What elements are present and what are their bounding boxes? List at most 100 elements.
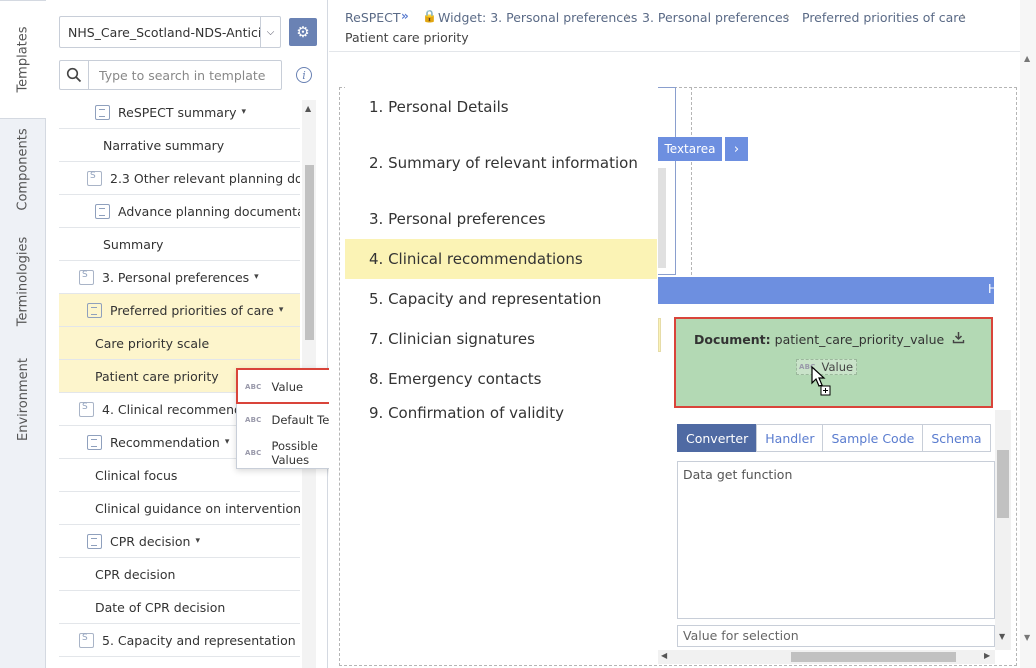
gear-icon: ⚙ <box>296 23 310 41</box>
template-select[interactable]: NHS_Care_Scotland-NDS-Antici... ⌵ <box>59 16 281 48</box>
chevron-down-icon[interactable]: ⌵ <box>260 17 280 47</box>
scroll-up-icon[interactable]: ▲ <box>1024 54 1030 63</box>
tab-terminologies[interactable]: Terminologies <box>0 219 46 344</box>
breadcrumb: ReSPECT » 🔒 Widget: 3. Personal preferen… <box>329 0 1036 52</box>
editor-scrollbar[interactable]: ▼ <box>995 410 1011 650</box>
tab-environment[interactable]: Environment <box>0 344 46 454</box>
code-editor[interactable]: Data get function <box>677 461 995 619</box>
scroll-down-icon[interactable]: ▼ <box>1024 633 1030 642</box>
tree-item[interactable]: 2.3 Other relevant planning doc <box>59 162 300 195</box>
breadcrumb-item[interactable]: Preferred priorities of care <box>802 10 966 25</box>
tree-item-label: CPR decision <box>110 533 191 549</box>
tree-item-label: 5. Capacity and representation <box>102 632 296 648</box>
document-label: Document: <box>694 332 771 347</box>
element-icon <box>87 302 102 318</box>
tab-sample-code[interactable]: Sample Code <box>822 424 924 452</box>
textarea-widget-label[interactable]: Textarea <box>658 137 722 161</box>
tab-templates[interactable]: Templates <box>0 0 47 119</box>
tree-item[interactable]: 3. Personal preferences ▾ <box>59 261 300 294</box>
tab-components[interactable]: Components <box>0 119 46 219</box>
textarea-scrollbar[interactable] <box>658 168 666 268</box>
chevron-right-icon: › <box>625 9 630 23</box>
editor-scrollbar-thumb[interactable] <box>997 450 1009 518</box>
tree-item[interactable]: Preferred priorities of care ▾ <box>59 294 300 327</box>
widget-header-text: H <box>988 282 998 296</box>
tree-item[interactable]: CPR decision <box>59 558 300 591</box>
horizontal-scrollbar-thumb[interactable] <box>791 652 956 662</box>
scroll-down-icon[interactable]: ▼ <box>999 632 1005 641</box>
tree-item-label: Recommendation <box>110 434 220 450</box>
tree-item[interactable]: ReSPECT summary ▾ <box>59 96 300 129</box>
nav-item[interactable]: 7. Clinician signatures <box>345 319 657 359</box>
download-icon[interactable] <box>952 331 965 347</box>
code-tabs: Converter Handler Sample Code Schema <box>677 424 991 452</box>
scroll-left-icon[interactable]: ◀ <box>661 651 667 660</box>
page-scrollbar[interactable]: ▲ ▼ <box>1020 0 1036 668</box>
tree-item-label: Clinical guidance on interventions <box>95 500 300 516</box>
horizontal-scrollbar[interactable]: ◀ ▶ <box>658 650 995 664</box>
search-button[interactable] <box>59 60 89 90</box>
tab-schema[interactable]: Schema <box>922 424 991 452</box>
tree-item[interactable]: CPR decision ▾ <box>59 525 300 558</box>
tab-terminologies-label: Terminologies <box>15 236 31 327</box>
nav-item[interactable]: 2. Summary of relevant information <box>345 127 657 199</box>
template-panel: NHS_Care_Scotland-NDS-Antici... ⌵ ⚙ i Re… <box>46 0 328 668</box>
tree-item-label: Summary <box>103 236 164 252</box>
tree-item[interactable]: Narrative summary <box>59 129 300 162</box>
nav-item[interactable]: 1. Personal Details <box>345 87 657 127</box>
tab-handler[interactable]: Handler <box>756 424 824 452</box>
breadcrumb-current: Patient care priority <box>345 30 469 45</box>
column-divider <box>691 87 692 275</box>
tree-item[interactable]: Date of CPR decision <box>59 591 300 624</box>
nav-item[interactable]: 4. Clinical recommendations <box>345 239 657 279</box>
tree-item[interactable]: Advance planning documenta <box>59 195 300 228</box>
scroll-right-icon[interactable]: ▶ <box>984 651 990 660</box>
chevron-right-icon: › <box>961 9 966 23</box>
tree-scrollbar-thumb[interactable] <box>305 165 314 340</box>
tab-converter[interactable]: Converter <box>677 424 758 452</box>
caret-down-icon[interactable]: ▾ <box>279 305 284 315</box>
section-nav-list: 1. Personal Details 2. Summary of relevan… <box>345 87 657 427</box>
tree-item[interactable]: Summary <box>59 228 300 261</box>
search-input[interactable] <box>88 60 282 90</box>
tree-item-label: CPR decision <box>95 566 176 582</box>
breadcrumb-item[interactable]: ReSPECT <box>345 10 401 25</box>
template-select-value: NHS_Care_Scotland-NDS-Antici... <box>68 24 260 40</box>
tree-item-label: Date of CPR decision <box>95 599 226 615</box>
tree-item-label: 3. Personal preferences <box>102 269 250 285</box>
tree-item-label: Advance planning documenta <box>118 203 300 219</box>
code-editor-placeholder: Data get function <box>683 467 793 482</box>
tree-item-label: Narrative summary <box>103 137 225 153</box>
vertical-tab-bar: Templates Components Terminologies Envir… <box>0 0 47 668</box>
caret-down-icon[interactable]: ▾ <box>195 536 200 546</box>
element-icon <box>95 203 110 219</box>
nav-item[interactable]: 3. Personal preferences <box>345 199 657 239</box>
tree-item[interactable]: Clinical guidance on interventions <box>59 492 300 525</box>
caret-down-icon[interactable]: ▾ <box>225 437 230 447</box>
document-drop-zone[interactable]: Document: patient_care_priority_value AB… <box>674 317 993 408</box>
tree-item-label: Care priority scale <box>95 335 210 351</box>
caret-down-icon[interactable]: ▾ <box>254 272 259 282</box>
nav-item[interactable]: 9. Confirmation of validity <box>345 399 657 427</box>
caret-down-icon[interactable]: ▾ <box>242 107 247 117</box>
section-icon <box>79 401 94 417</box>
nav-item[interactable]: 5. Capacity and representation <box>345 279 657 319</box>
selection-editor[interactable]: Value for selection <box>677 625 995 647</box>
tree-item-label: ReSPECT summary <box>118 104 237 120</box>
textarea-widget[interactable] <box>658 87 676 275</box>
tree-item[interactable]: 5. Capacity and representation▾ <box>59 624 300 657</box>
scroll-up-icon[interactable]: ▲ <box>305 104 311 113</box>
info-icon[interactable]: i <box>296 67 312 83</box>
document-title: Document: patient_care_priority_value <box>694 331 965 347</box>
tree-item[interactable]: Care priority scale <box>59 327 300 360</box>
lock-icon: 🔒 <box>422 9 437 23</box>
section-icon <box>79 269 94 285</box>
chevron-right-icon[interactable]: › <box>725 137 748 161</box>
tree-item-label: Patient care priority <box>95 368 219 384</box>
tab-templates-label: Templates <box>16 26 31 93</box>
nav-item[interactable]: 8. Emergency contacts <box>345 359 657 399</box>
breadcrumb-item[interactable]: 3. Personal preferences <box>642 10 789 25</box>
settings-button[interactable]: ⚙ <box>289 18 317 46</box>
text-type-icon: ABC <box>245 415 262 424</box>
breadcrumb-item[interactable]: Widget: 3. Personal preferences <box>438 10 637 25</box>
